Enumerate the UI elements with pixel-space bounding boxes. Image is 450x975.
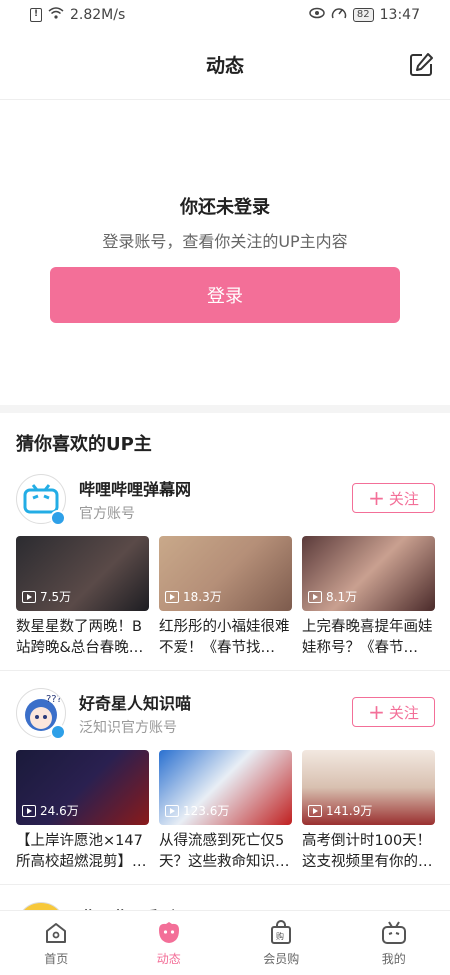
wifi-icon: [48, 7, 64, 23]
verified-badge-icon: [50, 724, 66, 740]
login-title: 你还未登录: [180, 197, 270, 218]
svg-text:购: 购: [276, 931, 284, 941]
video-title[interactable]: 从得流感到死亡仅5天？这些救命知识…: [159, 831, 292, 873]
play-count-icon: [165, 590, 179, 603]
login-subtitle: 登录账号，查看你关注的UP主内容: [102, 232, 348, 251]
clock: 13:47: [379, 7, 420, 23]
section-divider: [0, 405, 450, 413]
follow-button[interactable]: + 关注: [352, 697, 435, 727]
video-thumbnail[interactable]: 141.9万: [302, 750, 435, 825]
up-description: 泛知识官方账号: [79, 720, 177, 736]
svg-text:???: ???: [46, 694, 62, 705]
video-title[interactable]: 【上岸许愿池×147所高校超燃混剪】…: [16, 831, 149, 873]
tv-icon: [381, 920, 406, 944]
video-title[interactable]: 红彤彤的小福娃很难不爱！《春节找…: [159, 617, 292, 659]
video-thumbnail[interactable]: 123.6万: [159, 750, 292, 825]
play-count-icon: [22, 804, 36, 817]
play-count-icon: [165, 804, 179, 817]
shop-icon: 购: [271, 919, 292, 944]
card-divider: [0, 670, 450, 671]
tab-shop[interactable]: 购 会员购: [225, 911, 338, 975]
dynamic-icon: [158, 921, 179, 943]
speedometer-icon: [331, 6, 347, 24]
video-thumbnail[interactable]: 8.1万: [302, 536, 435, 611]
network-speed: 2.82M/s: [70, 7, 126, 23]
up-name[interactable]: 哔哩哔哩弹幕网: [79, 476, 191, 500]
edit-icon[interactable]: [408, 52, 434, 78]
login-button[interactable]: 登录: [50, 267, 400, 323]
card-divider: [0, 884, 450, 885]
battery-icon: 82: [352, 8, 374, 22]
bottom-tab-bar: 首页 动态 购 会员购 我的: [0, 910, 450, 975]
home-icon: [46, 922, 67, 943]
tab-dynamic[interactable]: 动态: [113, 911, 226, 975]
video-title[interactable]: 上完春晚喜提年画娃娃称号？《春节…: [302, 617, 435, 659]
login-prompt: 你还未登录 登录账号，查看你关注的UP主内容 登录: [0, 100, 450, 405]
plus-icon: +: [368, 486, 385, 510]
bilibili-tv-icon: [23, 484, 59, 514]
follow-button[interactable]: + 关注: [352, 483, 435, 513]
tab-home[interactable]: 首页: [0, 911, 113, 975]
video-title[interactable]: 数星星数了两晚！B站跨晚&总台春晚…: [16, 617, 149, 659]
plus-icon: +: [368, 700, 385, 724]
play-count-icon: [22, 590, 36, 603]
video-thumbnail[interactable]: 24.6万: [16, 750, 149, 825]
tab-mine[interactable]: 我的: [338, 911, 450, 975]
alert-icon: !: [30, 8, 42, 22]
page-title: 动态: [205, 55, 244, 77]
play-count-icon: [308, 590, 322, 603]
up-description: 官方账号: [79, 506, 135, 522]
verified-badge-icon: [50, 510, 66, 526]
video-thumbnail[interactable]: 18.3万: [159, 536, 292, 611]
video-thumbnail[interactable]: 7.5万: [16, 536, 149, 611]
video-title[interactable]: 高考倒计时100天！这支视频里有你的…: [302, 831, 435, 873]
play-count-icon: [308, 804, 322, 817]
up-name[interactable]: 好奇星人知识喵: [79, 690, 191, 714]
page-header: 动态: [0, 30, 450, 100]
status-bar: ! 2.82M/s 82 13:47: [0, 0, 450, 30]
eye-icon: [309, 7, 325, 23]
recommend-title: 猜你喜欢的UP主: [16, 434, 152, 455]
